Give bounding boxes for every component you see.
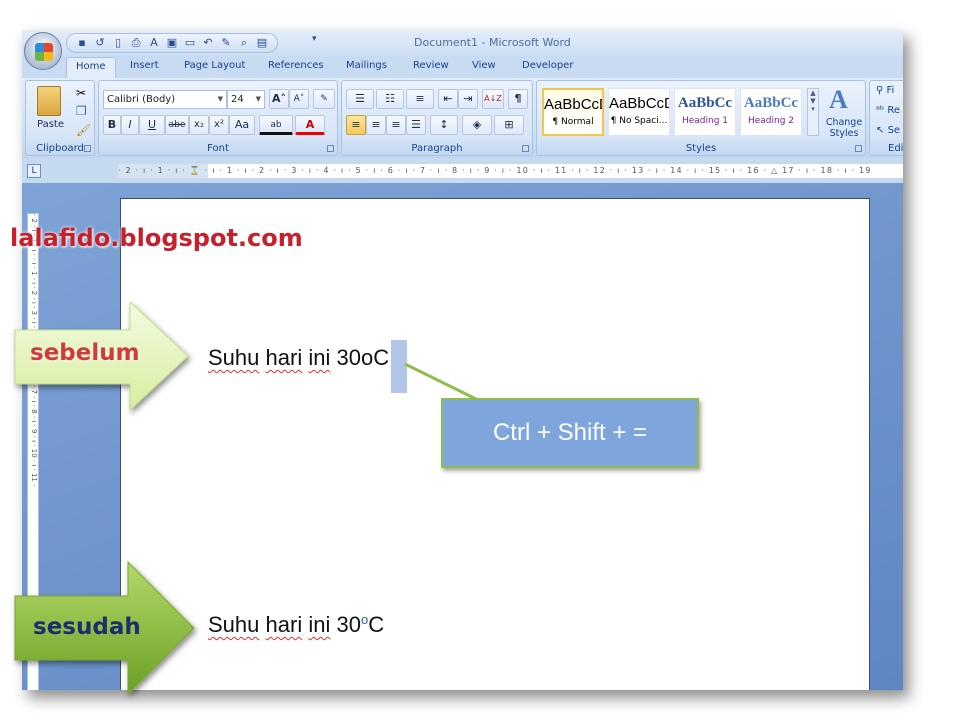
after-label: sesudah bbox=[33, 614, 141, 640]
shortcut-callout: Ctrl + Shift + = bbox=[441, 398, 699, 468]
office-logo-icon bbox=[35, 43, 53, 61]
callout-connector bbox=[404, 362, 479, 402]
watermark-text: lalafido.blogspot.com bbox=[10, 224, 303, 252]
before-label: sebelum bbox=[30, 340, 140, 366]
office-button[interactable] bbox=[24, 32, 62, 70]
annotation-layer bbox=[14, 300, 479, 696]
